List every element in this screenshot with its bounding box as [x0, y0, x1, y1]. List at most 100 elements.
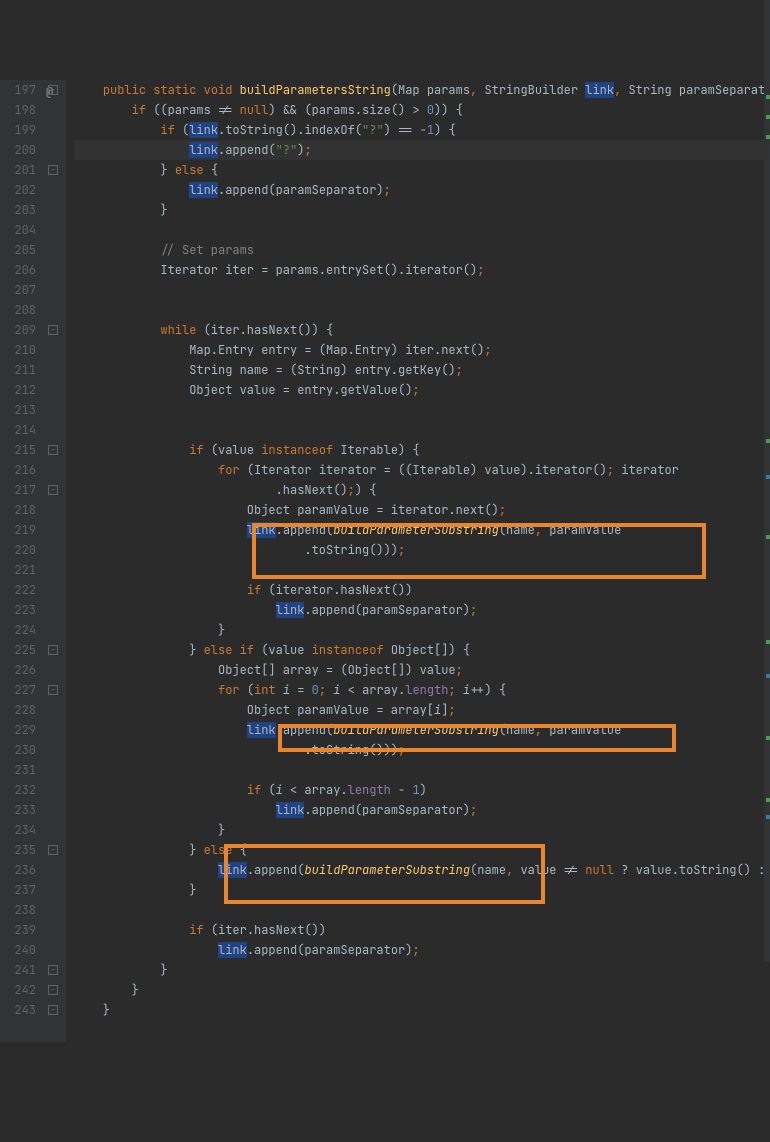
- code-line[interactable]: }: [74, 620, 770, 640]
- code-line[interactable]: [74, 560, 770, 580]
- code-line[interactable]: public static void buildParametersString…: [74, 80, 770, 100]
- code-line[interactable]: if (iter.hasNext()): [74, 920, 770, 940]
- code-token: Iterator iter = params.entrySet().iterat…: [74, 262, 477, 278]
- code-line[interactable]: [74, 400, 770, 420]
- code-line[interactable]: // Set params: [74, 240, 770, 260]
- code-token: [74, 142, 189, 158]
- code-line[interactable]: Object[] array = (Object[]) value;: [74, 660, 770, 680]
- fold-toggle-icon[interactable]: –: [48, 985, 58, 995]
- code-token: }: [74, 842, 204, 858]
- code-token: instanceof: [261, 442, 340, 458]
- code-token: ) {: [434, 122, 456, 138]
- code-token: link: [218, 942, 247, 958]
- code-line[interactable]: if (link.toString().indexOf("?") == -1) …: [74, 120, 770, 140]
- code-line[interactable]: link.append(paramSeparator);: [74, 600, 770, 620]
- code-area[interactable]: public static void buildParametersString…: [66, 80, 770, 1042]
- code-line[interactable]: }: [74, 960, 770, 980]
- code-token: .append(: [276, 522, 334, 538]
- stripe-mark[interactable]: [766, 798, 770, 802]
- code-line[interactable]: [74, 280, 770, 300]
- code-line[interactable]: if (iterator.hasNext()): [74, 580, 770, 600]
- stripe-mark[interactable]: [766, 439, 770, 443]
- fold-toggle-icon[interactable]: –: [48, 685, 58, 695]
- code-line[interactable]: Object paramValue = iterator.next();: [74, 500, 770, 520]
- code-line[interactable]: [74, 220, 770, 240]
- code-line[interactable]: link.append(buildParameterSubstring(name…: [74, 720, 770, 740]
- code-line[interactable]: [74, 300, 770, 320]
- line-number: 218: [6, 500, 36, 520]
- code-line[interactable]: .toString()));: [74, 740, 770, 760]
- stripe-mark[interactable]: [766, 135, 770, 139]
- code-line[interactable]: Map.Entry entry = (Map.Entry) iter.next(…: [74, 340, 770, 360]
- code-line[interactable]: if (i < array.length - 1): [74, 780, 770, 800]
- fold-toggle-icon[interactable]: –: [48, 1005, 58, 1015]
- code-token: (iter.hasNext()) {: [204, 322, 334, 338]
- fold-toggle-icon[interactable]: –: [48, 165, 58, 175]
- stripe-mark[interactable]: [766, 475, 770, 479]
- code-line[interactable]: .hasNext();) {: [74, 480, 770, 500]
- code-line[interactable]: for (Iterator iterator = ((Iterable) val…: [74, 460, 770, 480]
- code-line[interactable]: if (value instanceof Iterable) {: [74, 440, 770, 460]
- stripe-mark[interactable]: [766, 640, 770, 644]
- stripe-mark[interactable]: [766, 815, 770, 819]
- code-line[interactable]: }: [74, 880, 770, 900]
- code-token: String paramSeparator): [628, 82, 770, 98]
- code-line[interactable]: }: [74, 1000, 770, 1020]
- code-token: .append(: [276, 722, 334, 738]
- line-number: 204: [6, 220, 36, 240]
- fold-toggle-icon[interactable]: –: [48, 965, 58, 975]
- code-line[interactable]: if ((params != null) && (params.size() >…: [74, 100, 770, 120]
- code-token: ,: [506, 862, 520, 878]
- code-line[interactable]: Iterator iter = params.entrySet().iterat…: [74, 260, 770, 280]
- code-token: [74, 922, 189, 938]
- code-line[interactable]: String name = (String) entry.getKey();: [74, 360, 770, 380]
- stripe-mark[interactable]: [766, 535, 770, 539]
- code-line[interactable]: } else {: [74, 840, 770, 860]
- fold-toggle-icon[interactable]: –: [48, 485, 58, 495]
- code-line[interactable]: [74, 420, 770, 440]
- code-line[interactable]: Object value = entry.getValue();: [74, 380, 770, 400]
- code-line[interactable]: }: [74, 200, 770, 220]
- code-token: value !=: [520, 862, 585, 878]
- stripe-mark[interactable]: [766, 115, 770, 119]
- code-line[interactable]: for (int i = 0; i < array.length; i++) {: [74, 680, 770, 700]
- fold-toggle-icon[interactable]: –: [48, 445, 58, 455]
- fold-toggle-icon[interactable]: –: [48, 85, 58, 95]
- code-line[interactable]: link.append(paramSeparator);: [74, 180, 770, 200]
- code-line[interactable]: link.append("?");: [74, 140, 770, 160]
- fold-toggle-icon[interactable]: –: [48, 645, 58, 655]
- code-line[interactable]: link.append(paramSeparator);: [74, 940, 770, 960]
- code-line[interactable]: link.append(buildParameterSubstring(name…: [74, 520, 770, 540]
- code-line[interactable]: .toString()));: [74, 540, 770, 560]
- marker-stripe[interactable]: [764, 0, 770, 962]
- line-number: 231: [6, 760, 36, 780]
- code-line[interactable]: } else if (value instanceof Object[]) {: [74, 640, 770, 660]
- code-token: ;: [304, 142, 311, 158]
- code-line[interactable]: }: [74, 980, 770, 1000]
- line-number: 239: [6, 920, 36, 940]
- code-token: .append(: [218, 142, 276, 158]
- code-token: i: [283, 682, 290, 698]
- stripe-mark[interactable]: [766, 736, 770, 740]
- code-token: [74, 242, 160, 258]
- line-number: 200: [6, 140, 36, 160]
- code-line[interactable]: link.append(paramSeparator);: [74, 800, 770, 820]
- code-token: .append(: [247, 862, 305, 878]
- code-token: (value: [211, 442, 261, 458]
- stripe-mark[interactable]: [766, 95, 770, 99]
- code-line[interactable]: while (iter.hasNext()) {: [74, 320, 770, 340]
- fold-toggle-icon[interactable]: –: [48, 845, 58, 855]
- code-line[interactable]: [74, 900, 770, 920]
- code-token: [74, 602, 276, 618]
- code-line[interactable]: [74, 760, 770, 780]
- code-token: .append(paramSeparator): [304, 602, 470, 618]
- code-line[interactable]: }: [74, 820, 770, 840]
- stripe-mark[interactable]: [766, 674, 770, 678]
- code-line[interactable]: link.append(buildParameterSubstring(name…: [74, 860, 770, 880]
- code-token: if: [247, 582, 269, 598]
- fold-toggle-icon[interactable]: –: [48, 325, 58, 335]
- code-token: ,: [614, 82, 628, 98]
- code-line[interactable]: Object paramValue = array[i];: [74, 700, 770, 720]
- code-line[interactable]: } else {: [74, 160, 770, 180]
- code-token: Object paramValue = iterator.next(): [74, 502, 499, 518]
